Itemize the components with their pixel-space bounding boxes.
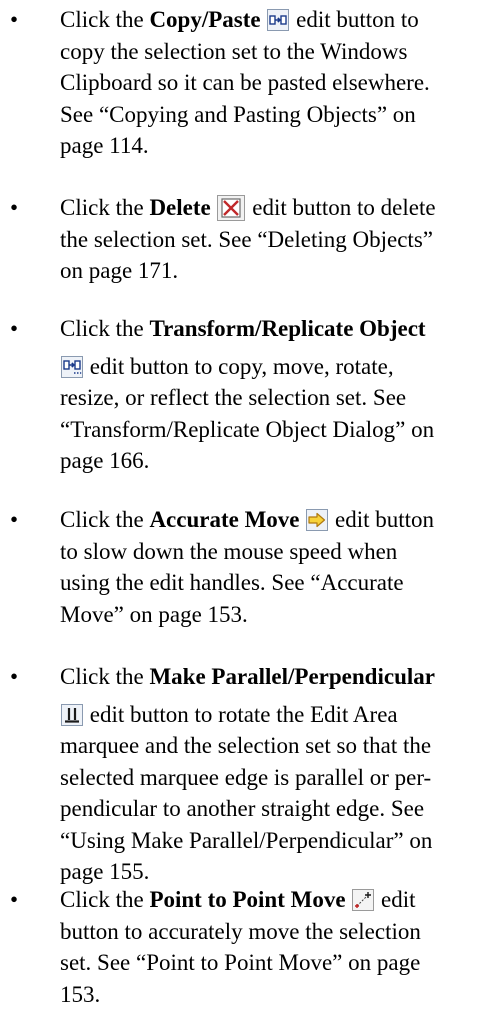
- item-text-line: the selection set. See “Deleting Objects…: [60, 226, 433, 252]
- item-lead: Click the: [60, 195, 150, 220]
- bullet: •: [9, 664, 19, 689]
- item-text-line: page 114.: [60, 133, 149, 158]
- item-text-line: set. See “Point to Point Move” on page: [60, 950, 421, 975]
- list-item-make-parallel: • Click the Make Parallel/Perpendicular …: [0, 661, 486, 888]
- item-text-line: See “Copying and Pasting Objects” on: [60, 101, 416, 127]
- item-text-line: edit button to delete: [246, 195, 436, 220]
- item-name: Point to Point Move: [149, 887, 346, 912]
- bullet: •: [9, 507, 19, 532]
- item-text-line: page 155.: [60, 859, 150, 884]
- list-item-transform-replicate: • Click the Transform/Replicate Object e…: [0, 313, 486, 477]
- list-item-point-to-point-move: • Click the Point to Point Move edit but…: [0, 884, 486, 1010]
- item-text-line: to slow down the mouse speed when: [60, 538, 398, 564]
- bullet: •: [9, 316, 19, 341]
- item-text-line: edit button: [329, 507, 435, 532]
- item-text-line: edit button to: [290, 7, 419, 32]
- accurate-move-icon: [306, 509, 329, 531]
- bullet: •: [9, 195, 19, 220]
- item-name: Accurate Move: [149, 507, 300, 532]
- bullet: •: [9, 887, 19, 912]
- item-text-line: “Transform/Replicate Object Dialog” on: [60, 416, 435, 442]
- item-text-line: button to accurately move the selection: [60, 918, 421, 944]
- list-item-accurate-move: • Click the Accurate Move edit button to…: [0, 504, 486, 630]
- item-text-line: 153.: [60, 981, 101, 1007]
- point-to-point-move-icon: [352, 889, 375, 911]
- item-text-line: marquee and the selection set so that th…: [60, 733, 432, 758]
- item-text-line: “Using Make Parallel/Perpendicular” on: [60, 827, 433, 853]
- item-text-line: selected marquee edge is parallel or per…: [60, 764, 432, 790]
- item-text-line: edit button to copy, move, rotate,: [84, 353, 394, 379]
- item-text-line: edit button to rotate the Edit Area: [84, 701, 398, 727]
- item-name: Copy/Paste: [149, 7, 261, 32]
- item-text-line: page 166.: [60, 448, 150, 473]
- copy-paste-icon: [267, 9, 290, 31]
- item-text-line: using the edit handles. See “Accurate: [60, 570, 404, 595]
- make-parallel-perpendicular-icon: [61, 703, 83, 726]
- document-page: • Click the Copy/Paste edit button to co…: [0, 0, 486, 1018]
- item-text-line: edit: [375, 887, 416, 912]
- item-name: Transform/Replicate Object: [149, 316, 426, 341]
- item-lead: Click the: [60, 316, 150, 341]
- list-item-copy-paste: • Click the Copy/Paste edit button to co…: [0, 4, 486, 162]
- item-text-line: resize, or reflect the selection set. Se…: [60, 385, 407, 410]
- transform-replicate-icon: [61, 355, 83, 378]
- item-text-line: on page 171.: [60, 258, 179, 283]
- item-lead: Click the: [60, 887, 150, 912]
- item-lead: Click the: [60, 664, 150, 689]
- item-lead: Click the: [60, 507, 150, 532]
- item-text-line: Clipboard so it can be pasted elsewhere.: [60, 70, 430, 95]
- item-lead: Click the: [60, 7, 150, 32]
- item-text-line: pendicular to another straight edge. See: [60, 796, 425, 821]
- item-text-line: copy the selection set to the Windows: [60, 38, 408, 64]
- bullet: •: [9, 7, 19, 32]
- list-item-delete: • Click the Delete edit button to delete…: [0, 192, 486, 287]
- delete-icon: [217, 195, 246, 221]
- item-name: Delete: [149, 195, 211, 220]
- item-text-line: Move” on page 153.: [60, 601, 248, 627]
- item-name: Make Parallel/Perpendicular: [149, 664, 435, 689]
